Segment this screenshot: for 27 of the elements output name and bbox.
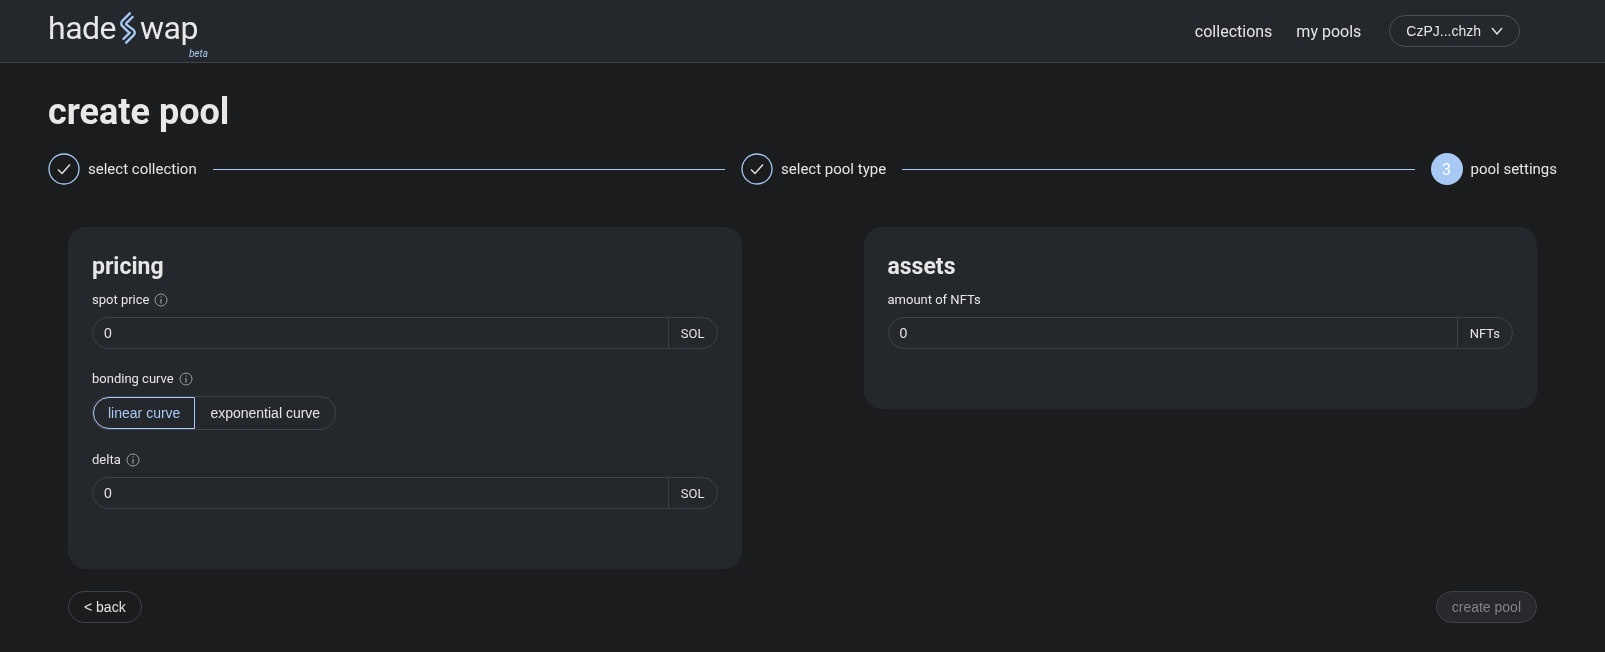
field-label: delta <box>92 452 121 467</box>
curve-option[interactable]: exponential curve <box>195 397 336 429</box>
field-label: spot price <box>92 292 150 307</box>
nav-link[interactable]: my pools <box>1296 21 1362 41</box>
info-icon[interactable] <box>178 371 193 386</box>
card-title: assets <box>887 253 957 280</box>
info-icon[interactable] <box>154 292 169 307</box>
caret-icon <box>1491 27 1503 35</box>
step-label: select collection <box>88 160 197 178</box>
beta-tag: beta <box>188 48 208 59</box>
page-title: create pool <box>48 91 231 133</box>
unit-label: SOL <box>667 478 717 508</box>
field-label: amount of NFTs <box>887 292 981 307</box>
number-input[interactable]: 0 <box>888 318 1457 348</box>
card-title: pricing <box>92 253 165 280</box>
logo-text: hade <box>48 9 117 47</box>
number-input[interactable]: 0 <box>93 478 668 508</box>
nav-link[interactable]: collections <box>1194 21 1273 41</box>
unit-label: SOL <box>667 318 717 348</box>
step-label: pool settings <box>1470 160 1557 178</box>
unit-label: NFTs <box>1456 318 1512 348</box>
number-input[interactable]: 0 <box>93 318 668 348</box>
step-number: 3 <box>1430 153 1463 185</box>
info-icon[interactable] <box>125 452 140 467</box>
logo-text: wap <box>140 9 198 47</box>
field-label: bonding curve <box>92 371 174 386</box>
step-label: select pool type <box>781 160 887 178</box>
